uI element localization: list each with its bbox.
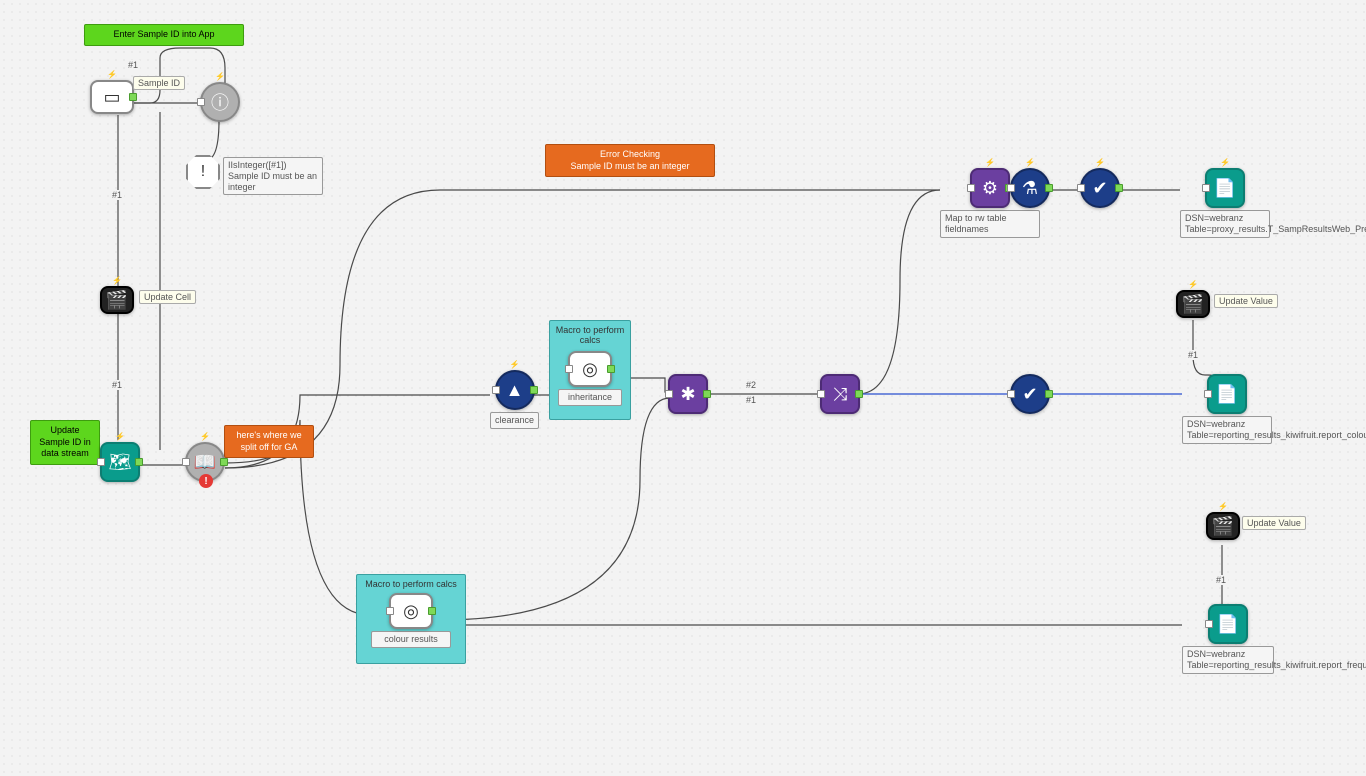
dynamic-select-tool[interactable]: ⚡ 📖 !: [185, 442, 225, 482]
label-inheritance: inheritance: [558, 389, 622, 406]
label-update-value-2: Update Value: [1242, 516, 1306, 530]
error-tool[interactable]: !: [186, 155, 220, 189]
label-sample-id: Sample ID: [133, 76, 185, 90]
formula-tool-flask[interactable]: ⚡ ⚗: [1010, 168, 1050, 208]
lightning-icon: ⚡: [200, 432, 210, 441]
wire-label-1e: #1: [1186, 350, 1200, 360]
label-colour-results: colour results: [371, 631, 451, 648]
output-tool-2[interactable]: 📄 DSN=webranz Table=reporting_results_ki…: [1182, 374, 1272, 444]
lightning-icon: ⚡: [1220, 158, 1230, 167]
wire-label-2: #2: [744, 380, 758, 390]
lightning-icon: ⚡: [107, 70, 117, 79]
label-update-value-1: Update Value: [1214, 294, 1278, 308]
wire-label-1a: #1: [126, 60, 140, 70]
annotation-enter-sample[interactable]: Enter Sample ID into App: [84, 24, 244, 46]
action-tool-update-value-2[interactable]: ⚡ 🎬: [1206, 512, 1240, 540]
output-caption-3: DSN=webranz Table=reporting_results_kiwi…: [1182, 646, 1274, 674]
lightning-icon: ⚡: [985, 158, 995, 167]
label-clearance: clearance: [490, 412, 539, 429]
macro-container-1[interactable]: Macro to perform calcs ◎ inheritance: [549, 320, 631, 420]
lightning-icon: ⚡: [1025, 158, 1035, 167]
output-caption-1: DSN=webranz Table=proxy_results.T_SampRe…: [1180, 210, 1270, 238]
lightning-icon: ⚡: [1188, 280, 1198, 289]
lightning-icon: ⚡: [1095, 158, 1105, 167]
label-update-cell: Update Cell: [139, 290, 196, 304]
action-tool-update-value-1[interactable]: ⚡ 🎬: [1176, 290, 1210, 318]
dynamic-input-tool[interactable]: ⚡ 🗺: [100, 442, 140, 482]
wire-label-1f: #1: [1214, 575, 1228, 585]
select-tool-top[interactable]: ⚡ ✔: [1080, 168, 1120, 208]
macro-title-1: Macro to perform calcs: [554, 325, 626, 345]
select-tool-mid[interactable]: ✔: [1010, 374, 1050, 414]
wire-label-1c: #1: [110, 380, 124, 390]
macro-title-2: Macro to perform calcs: [361, 579, 461, 589]
text-input-tool[interactable]: ⚡ ▭: [90, 80, 134, 114]
action-tool-update-cell[interactable]: ⚡ 🎬: [100, 286, 134, 314]
error-indicator-icon: !: [199, 474, 213, 488]
macro-container-2[interactable]: Macro to perform calcs ◎ colour results: [356, 574, 466, 664]
lightning-icon: ⚡: [510, 360, 520, 369]
lightning-icon: ⚡: [112, 276, 122, 285]
label-map-fieldnames: Map to rw table fieldnames: [940, 210, 1040, 238]
union-tool[interactable]: ✱: [668, 374, 708, 414]
wire-label-1b: #1: [110, 190, 124, 200]
output-caption-2: DSN=webranz Table=reporting_results_kiwi…: [1182, 416, 1272, 444]
transpose-tool[interactable]: ⤨: [820, 374, 860, 414]
output-tool-3[interactable]: 📄 DSN=webranz Table=reporting_results_ki…: [1182, 604, 1274, 674]
lightning-icon: ⚡: [1218, 502, 1228, 511]
annotation-update-sample[interactable]: Update Sample ID in data stream: [30, 420, 100, 465]
annotation-split-ga[interactable]: here's where we split off for GA: [224, 425, 314, 458]
message-tool[interactable]: ⚡ ⓘ: [200, 82, 240, 122]
lightning-icon: ⚡: [215, 72, 225, 81]
annotation-error-check[interactable]: Error Checking Sample ID must be an inte…: [545, 144, 715, 177]
tooltip-isinteger: IIsInteger([#1]) Sample ID must be an in…: [223, 157, 323, 195]
clearance-tool[interactable]: ⚡ ▲ clearance: [490, 370, 539, 429]
wire-label-1d: #1: [744, 395, 758, 405]
output-tool-1[interactable]: ⚡ 📄 DSN=webranz Table=proxy_results.T_Sa…: [1180, 168, 1270, 238]
lightning-icon: ⚡: [115, 432, 125, 441]
